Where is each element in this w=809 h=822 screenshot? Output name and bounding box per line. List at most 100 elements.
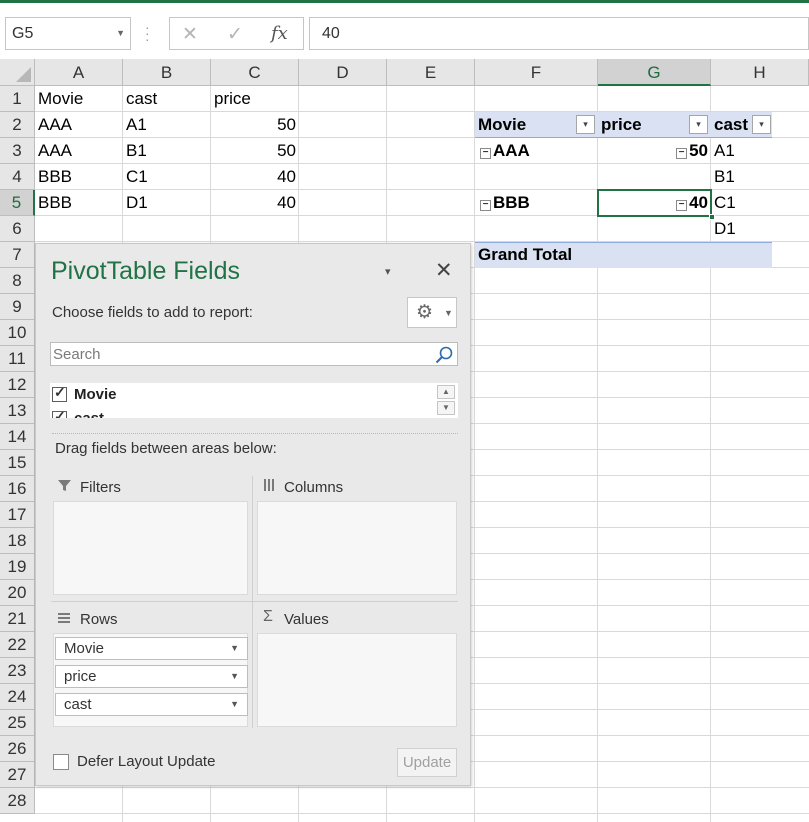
update-button[interactable]: Update — [397, 748, 457, 777]
column-header-b[interactable]: B — [123, 59, 211, 86]
rows-field-cast[interactable]: cast ▼ — [55, 693, 248, 716]
row-header-11[interactable]: 11 — [0, 346, 35, 372]
row-header-22[interactable]: 22 — [0, 632, 35, 658]
pivot-row-bbb[interactable]: − BBB — [477, 190, 597, 216]
row-header-10[interactable]: 10 — [0, 320, 35, 346]
row-header-26[interactable]: 26 — [0, 736, 35, 762]
collapse-bbb-icon[interactable]: − — [480, 200, 491, 211]
collapse-aaa-icon[interactable]: − — [480, 148, 491, 159]
collapse-price-50-icon[interactable]: − — [676, 148, 688, 159]
row-header-23[interactable]: 23 — [0, 658, 35, 684]
row-header-7[interactable]: 7 — [0, 242, 35, 268]
cell-c2[interactable]: 50 — [211, 112, 299, 138]
column-header-c[interactable]: C — [211, 59, 299, 86]
pivot-movie-filter-button[interactable]: ▾ — [576, 115, 595, 134]
formula-bar-grip-icon[interactable]: · · · — [145, 20, 150, 46]
pivot-cast-filter-button[interactable]: ▾ — [752, 115, 771, 134]
cell-a2[interactable]: AAA — [35, 112, 123, 138]
column-header-g[interactable]: G — [598, 59, 711, 86]
close-icon[interactable]: ✕ — [435, 258, 453, 283]
row-header-3[interactable]: 3 — [0, 138, 35, 164]
pivot-header-movie[interactable]: Movie — [475, 112, 575, 138]
column-header-d[interactable]: D — [299, 59, 387, 86]
row-header-13[interactable]: 13 — [0, 398, 35, 424]
row-header-14[interactable]: 14 — [0, 424, 35, 450]
pivot-row-aaa[interactable]: − AAA — [477, 138, 597, 164]
row-header-16[interactable]: 16 — [0, 476, 35, 502]
field-list-scroll-down-icon[interactable]: ▼ — [437, 401, 455, 415]
row-header-28[interactable]: 28 — [0, 788, 35, 814]
tools-button[interactable]: ⚙ ▼ — [407, 297, 457, 328]
chevron-down-icon[interactable]: ▼ — [230, 666, 239, 687]
cell-c3[interactable]: 50 — [211, 138, 299, 164]
row-header-24[interactable]: 24 — [0, 684, 35, 710]
cell-c1[interactable]: price — [211, 86, 299, 112]
rows-field-movie[interactable]: Movie ▼ — [55, 637, 248, 660]
field-movie-checkbox[interactable]: ✓ — [52, 384, 67, 402]
cell-b2[interactable]: A1 — [123, 112, 211, 138]
cell-a3[interactable]: AAA — [35, 138, 123, 164]
pivot-cast-a1[interactable]: A1 — [711, 138, 773, 164]
name-box[interactable]: G5 ▼ — [5, 17, 131, 50]
row-header-9[interactable]: 9 — [0, 294, 35, 320]
row-header-4[interactable]: 4 — [0, 164, 35, 190]
cancel-icon[interactable]: ✕ — [182, 23, 198, 46]
pivot-header-price[interactable]: price — [598, 112, 688, 138]
enter-icon[interactable]: ✓ — [227, 23, 243, 46]
pivot-cast-c1[interactable]: C1 — [711, 190, 773, 216]
chevron-down-icon[interactable]: ▼ — [230, 638, 239, 659]
row-header-17[interactable]: 17 — [0, 502, 35, 528]
cell-b3[interactable]: B1 — [123, 138, 211, 164]
name-box-dropdown-icon[interactable]: ▼ — [116, 28, 125, 38]
rows-field-cast-label: cast — [64, 696, 92, 713]
chevron-down-icon[interactable]: ▼ — [230, 694, 239, 715]
column-header-a[interactable]: A — [35, 59, 123, 86]
cell-b4[interactable]: C1 — [123, 164, 211, 190]
values-drop-zone[interactable] — [257, 633, 457, 727]
pivot-header-cast[interactable]: cast — [711, 112, 751, 138]
cell-c4[interactable]: 40 — [211, 164, 299, 190]
insert-function-icon[interactable]: fx — [271, 23, 288, 44]
pivot-cast-b1[interactable]: B1 — [711, 164, 773, 190]
cell-b5[interactable]: D1 — [123, 190, 211, 216]
search-icon[interactable] — [434, 345, 454, 365]
pivot-cast-d1[interactable]: D1 — [711, 216, 773, 242]
filters-drop-zone[interactable] — [53, 501, 248, 595]
row-header-12[interactable]: 12 — [0, 372, 35, 398]
pane-options-dropdown-icon[interactable]: ▾ — [385, 265, 391, 278]
column-header-f[interactable]: F — [475, 59, 598, 86]
row-header-6[interactable]: 6 — [0, 216, 35, 242]
row-header-18[interactable]: 18 — [0, 528, 35, 554]
select-all-button[interactable] — [0, 59, 35, 86]
cell-a4[interactable]: BBB — [35, 164, 123, 190]
cell-c5[interactable]: 40 — [211, 190, 299, 216]
column-header-e[interactable]: E — [387, 59, 475, 86]
row-header-5[interactable]: 5 — [0, 190, 35, 216]
cell-b1[interactable]: cast — [123, 86, 211, 112]
row-header-15[interactable]: 15 — [0, 450, 35, 476]
pivot-price-filter-button[interactable]: ▾ — [689, 115, 708, 134]
fill-handle[interactable] — [709, 214, 715, 220]
row-header-2[interactable]: 2 — [0, 112, 35, 138]
row-header-21[interactable]: 21 — [0, 606, 35, 632]
active-cell-g5[interactable] — [597, 189, 715, 220]
row-header-25[interactable]: 25 — [0, 710, 35, 736]
row-header-19[interactable]: 19 — [0, 554, 35, 580]
row-header-1[interactable]: 1 — [0, 86, 35, 112]
formula-input[interactable]: 40 — [309, 17, 809, 50]
columns-drop-zone[interactable] — [257, 501, 457, 595]
defer-layout-checkbox[interactable] — [53, 754, 69, 770]
cell-a1[interactable]: Movie — [35, 86, 123, 112]
field-list-scroll-up-icon[interactable]: ▲ — [437, 385, 455, 399]
rows-field-price[interactable]: price ▼ — [55, 665, 248, 688]
field-search-input[interactable] — [51, 343, 431, 365]
row-header-27[interactable]: 27 — [0, 762, 35, 788]
row-header-8[interactable]: 8 — [0, 268, 35, 294]
column-header-h[interactable]: H — [711, 59, 809, 86]
pivot-grand-total-label[interactable]: Grand Total — [475, 242, 625, 268]
divider — [52, 433, 458, 434]
row-header-20[interactable]: 20 — [0, 580, 35, 606]
cell-a5[interactable]: BBB — [35, 190, 123, 216]
field-cast-checkbox[interactable]: ✓ — [52, 408, 67, 418]
pivot-price-50[interactable]: −50 — [598, 138, 711, 164]
